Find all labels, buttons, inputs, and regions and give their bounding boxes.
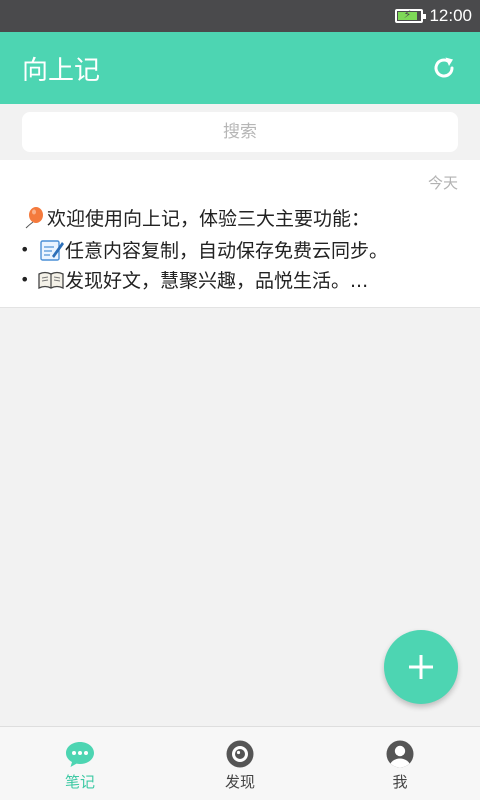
page-title: 向上记 bbox=[22, 55, 101, 86]
bullet: • bbox=[20, 270, 30, 289]
refresh-icon bbox=[434, 57, 454, 78]
app-bar: 向上记 bbox=[0, 32, 480, 104]
note-line: 欢迎使用向上记，体验三大主要功能： bbox=[20, 204, 370, 231]
status-time: 12:00 bbox=[429, 6, 472, 25]
note-card[interactable]: 今天 欢迎使用向上记，体验三大主要功能： • 任意内容复制，自动保存免费云同步。… bbox=[0, 160, 480, 308]
note-line-text: 欢迎使用向上记，体验三大主要功能： bbox=[47, 208, 371, 230]
note-line: • 发现好文，慧聚兴趣，品悦生活。... bbox=[20, 266, 368, 293]
search-input[interactable] bbox=[22, 112, 458, 152]
tab-me[interactable]: 我 bbox=[320, 727, 480, 800]
bottom-nav: 笔记 发现 我 bbox=[0, 726, 480, 800]
memo-icon bbox=[40, 239, 64, 261]
bullet: • bbox=[20, 240, 30, 259]
status-bar: ⚡ 12:00 bbox=[0, 0, 480, 32]
tab-notes[interactable]: 笔记 bbox=[0, 727, 160, 800]
balloon-icon bbox=[25, 206, 43, 228]
app-screen: ⚡ 12:00 向上记 今天 欢迎使用向上记，体验三大主要功能： • bbox=[0, 0, 480, 800]
search-area bbox=[0, 104, 480, 160]
add-note-button[interactable] bbox=[384, 630, 458, 704]
tab-notes-label: 笔记 bbox=[64, 773, 95, 791]
tab-discover-label: 发现 bbox=[224, 773, 255, 791]
tab-me-label: 我 bbox=[392, 773, 408, 791]
book-icon bbox=[38, 271, 64, 289]
note-line-text: 发现好文，慧聚兴趣，品悦生活。... bbox=[65, 270, 369, 292]
discover-icon bbox=[226, 740, 254, 768]
battery-charging-icon: ⚡ bbox=[395, 8, 427, 23]
person-icon bbox=[386, 740, 414, 768]
chat-bubble-icon bbox=[66, 742, 94, 767]
tab-discover[interactable]: 发现 bbox=[160, 727, 320, 800]
note-line-text: 任意内容复制，自动保存免费云同步。 bbox=[65, 240, 389, 262]
plus-icon bbox=[409, 655, 433, 679]
refresh-button[interactable] bbox=[428, 52, 460, 84]
note-date: 今天 bbox=[427, 174, 458, 192]
note-line: • 任意内容复制，自动保存免费云同步。 bbox=[20, 236, 388, 263]
